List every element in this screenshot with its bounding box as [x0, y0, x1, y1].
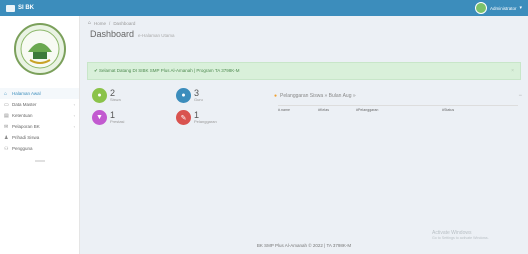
teacher-icon: ●	[176, 88, 191, 103]
stat-label: Guru	[194, 97, 203, 102]
trophy-icon: ▼	[92, 110, 107, 125]
home-icon: ⌂	[4, 90, 8, 97]
close-icon[interactable]: ×	[511, 68, 514, 74]
monitor-icon: ▭	[4, 101, 9, 108]
sidebar-toggle[interactable]	[34, 160, 45, 162]
user-icon: ♟	[4, 134, 9, 141]
breadcrumb: ⌂ Home / Dashboard	[88, 20, 135, 26]
watermark-line-2: Go to Settings to activate Windows.	[432, 236, 489, 240]
brand-logo-icon	[6, 4, 15, 12]
sidebar-item-halaman-awal[interactable]: ⌂ Halaman Awal	[0, 88, 79, 99]
alert-message: ✔ Selamat Datang DI SIBK SMP Plus Al-Ama…	[94, 68, 240, 73]
footer-text: BK SMP Plus Al-Amanah © 2022 | TA 3798K-…	[256, 242, 352, 248]
top-navbar: SI BK Administrator ▾	[0, 0, 528, 16]
windows-activation-watermark: Activate Windows Go to Settings to activ…	[432, 231, 524, 241]
avatar[interactable]	[474, 2, 487, 14]
page-subtitle: e-Halaman Utama	[138, 33, 175, 38]
sidebar-item-label: Halaman Awal	[12, 91, 41, 96]
breadcrumb-home[interactable]: Home	[94, 21, 106, 26]
stat-value: 1	[110, 110, 116, 120]
collapse-icon[interactable]: −	[518, 93, 522, 99]
violations-table-header: #.name #Kelas #Pelanggaran #Status	[278, 105, 518, 112]
chevron-left-icon: ‹	[73, 124, 75, 129]
school-logo-icon	[13, 23, 66, 75]
chat-icon: ✉	[4, 123, 9, 130]
stat-label: Siswa	[110, 97, 121, 102]
sidebar-item-prihadi-siswa[interactable]: ♟ Prihadi Siswa	[0, 132, 79, 143]
stat-value: 2	[110, 88, 116, 98]
sidebar-item-label: Pelaporan BK	[12, 124, 40, 129]
home-icon[interactable]: ⌂	[88, 20, 91, 26]
chevron-left-icon: ‹	[73, 113, 75, 118]
page-title: Dashboard e-Halaman Utama	[90, 29, 175, 39]
sidebar-item-label: Ketentuan	[12, 113, 33, 118]
sidebar-item-pengguna[interactable]: ⚇ Pengguna	[0, 143, 79, 154]
stat-prestasi[interactable]: ▼ 1 Prestasi	[92, 110, 124, 125]
sidebar: ⌂ Halaman Awal ▭ Data Master ‹ ▤ Ketentuan ‹ ✉ Pe…	[0, 16, 80, 254]
sidebar-item-ketentuan[interactable]: ▤ Ketentuan ‹	[0, 110, 79, 121]
stat-siswa[interactable]: ● 2 Siswa	[92, 88, 121, 103]
sidebar-menu: ⌂ Halaman Awal ▭ Data Master ‹ ▤ Ketentuan ‹ ✉ Pe…	[0, 88, 79, 154]
sidebar-item-label: Data Master	[12, 102, 37, 107]
school-logo-wrap	[0, 16, 79, 88]
stat-guru[interactable]: ● 3 Guru	[176, 88, 203, 103]
stat-value: 1	[194, 110, 200, 120]
chevron-left-icon: ‹	[73, 102, 75, 107]
table-column-header: #Status	[442, 108, 455, 112]
table-column-header: #Kelas	[318, 108, 329, 112]
circle-icon: ●	[274, 93, 278, 99]
clipboard-icon: ▤	[4, 112, 9, 119]
sidebar-item-data-master[interactable]: ▭ Data Master ‹	[0, 99, 79, 110]
breadcrumb-separator: /	[109, 20, 111, 26]
stat-value: 3	[194, 88, 200, 98]
sidebar-item-pelaporan-bk[interactable]: ✉ Pelaporan BK ‹	[0, 121, 79, 132]
panel-title-text: Pelanggaran Siswa » Bulan Aug »	[280, 93, 356, 99]
user-name[interactable]: Administrator	[490, 6, 517, 11]
stat-pelanggaran[interactable]: ✎ 1 Pelanggaran	[176, 110, 217, 125]
panel-title: ● Pelanggaran Siswa » Bulan Aug »	[270, 93, 524, 99]
violations-panel: ● Pelanggaran Siswa » Bulan Aug » − #.na…	[270, 93, 524, 121]
brand-name: SI BK	[18, 5, 35, 11]
sidebar-item-label: Pengguna	[12, 146, 33, 151]
welcome-alert: ✔ Selamat Datang DI SIBK SMP Plus Al-Ama…	[87, 62, 521, 80]
chevron-down-icon[interactable]: ▾	[519, 5, 522, 11]
gavel-icon: ✎	[176, 110, 191, 125]
app-brand[interactable]: SI BK	[6, 4, 35, 12]
user-menu[interactable]: Administrator ▾	[474, 2, 522, 14]
sidebar-item-label: Prihadi Siswa	[12, 135, 40, 140]
users-icon: ⚇	[4, 145, 9, 152]
stat-label: Pelanggaran	[194, 119, 217, 124]
page-title-text: Dashboard	[90, 29, 135, 39]
user-icon: ●	[92, 88, 107, 103]
table-column-header: #.name	[278, 108, 290, 112]
stat-label: Prestasi	[110, 119, 125, 124]
breadcrumb-current: Dashboard	[113, 20, 136, 26]
main-content: ⌂ Home / Dashboard Dashboard e-Halaman U…	[80, 16, 528, 254]
table-column-header: #Pelanggaran	[356, 108, 379, 112]
